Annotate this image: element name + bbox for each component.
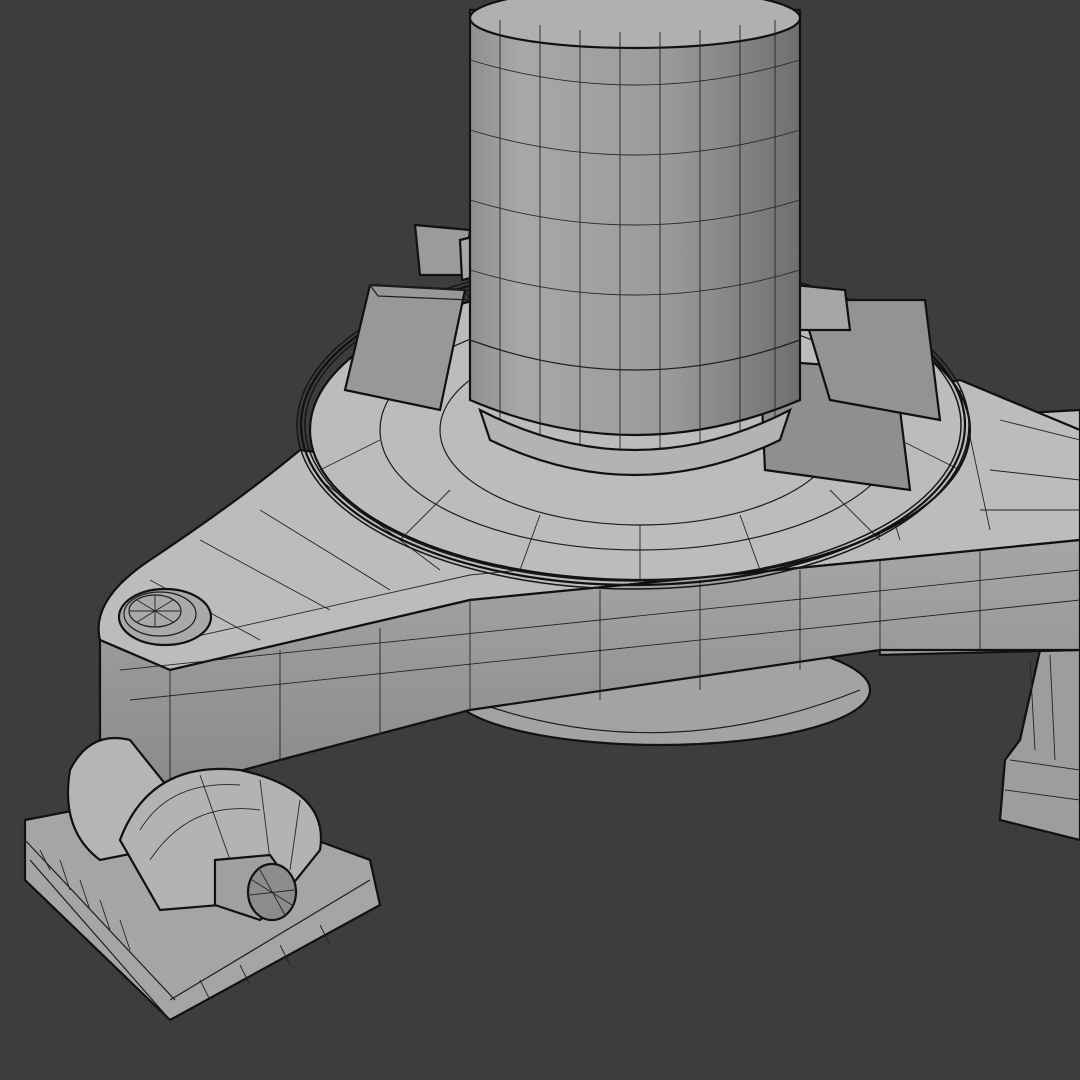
3d-viewport[interactable] [0, 0, 1080, 1080]
left-caster-foot [23, 736, 382, 1022]
right-caster-foot [998, 638, 1080, 842]
central-column [468, 0, 802, 477]
wireframe-render [23, 0, 1080, 1022]
leg-bolt [117, 587, 213, 647]
